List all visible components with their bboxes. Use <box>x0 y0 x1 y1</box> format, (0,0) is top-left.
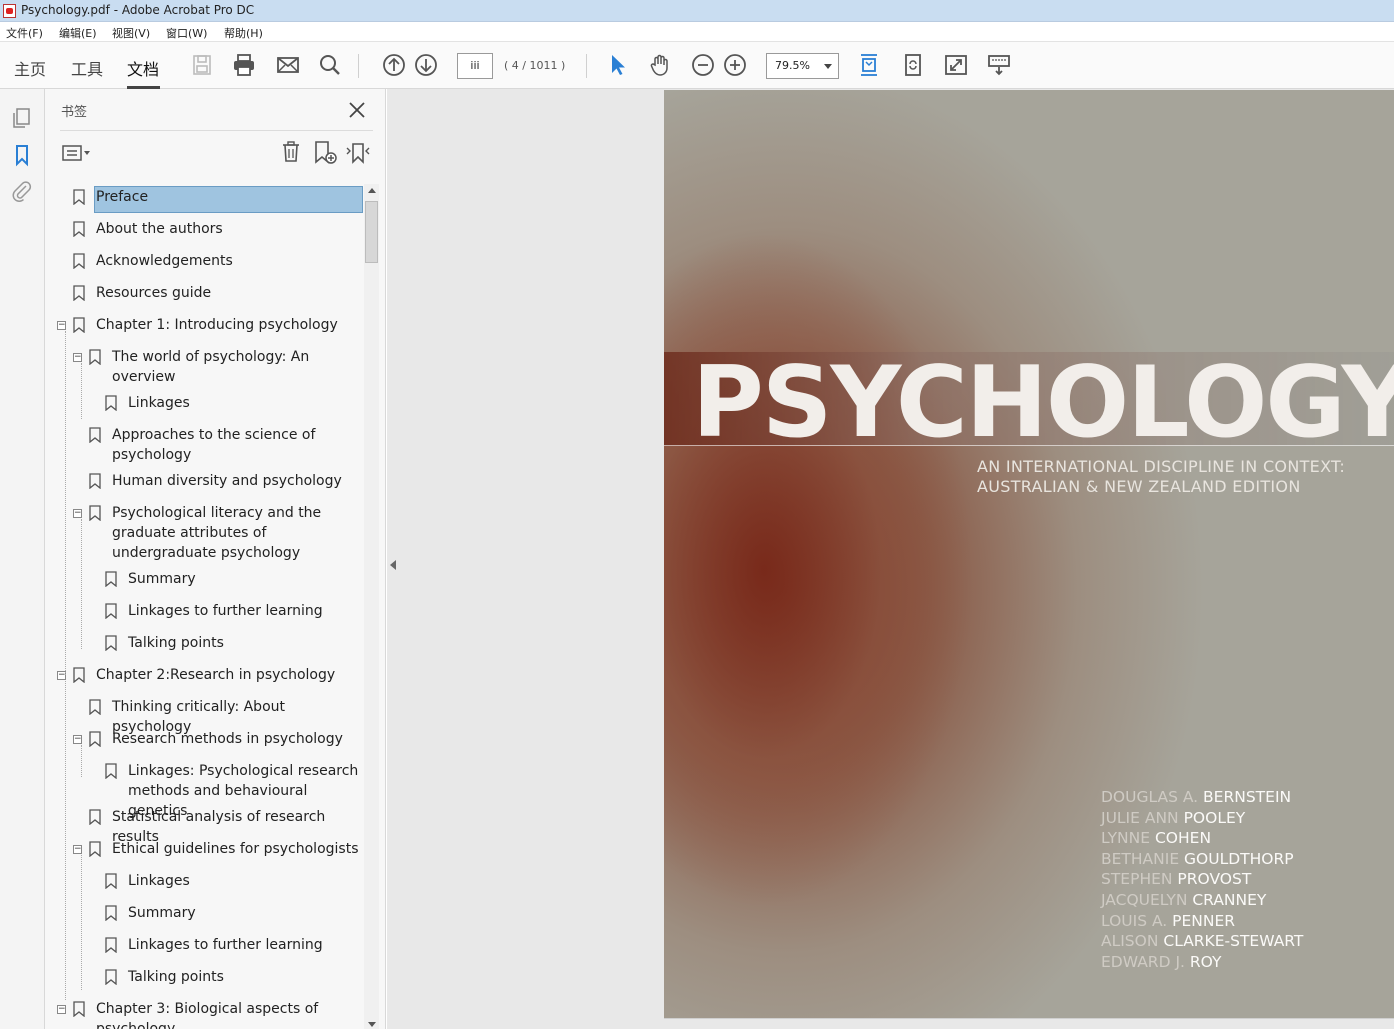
print-icon[interactable] <box>231 52 257 78</box>
search-icon[interactable] <box>317 52 343 78</box>
bookmark-item[interactable]: Talking points <box>128 633 362 653</box>
expand-bookmark-icon[interactable] <box>345 140 371 166</box>
bookmark-item[interactable]: Summary <box>128 569 362 589</box>
full-screen-icon[interactable] <box>943 52 969 78</box>
bookmark-item[interactable]: Talking points <box>128 967 362 987</box>
title-bar: Psychology.pdf - Adobe Acrobat Pro DC <box>0 0 1394 22</box>
menu-window[interactable]: 窗口(W) <box>166 25 207 41</box>
chevron-down-icon <box>824 64 832 69</box>
acrobat-pdf-icon <box>3 4 16 18</box>
bookmark-item[interactable]: Human diversity and psychology <box>112 471 362 491</box>
attachments-icon[interactable] <box>10 179 34 203</box>
subtitle-line: AN INTERNATIONAL DISCIPLINE IN CONTEXT: <box>977 457 1346 476</box>
bookmark-item[interactable]: The world of psychology: An overview <box>112 347 362 387</box>
navigation-rail <box>0 89 45 1029</box>
rotate-view-icon[interactable] <box>900 52 926 78</box>
menu-bar: 文件(F) 编辑(E) 视图(V) 窗口(W) 帮助(H) <box>0 22 1394 42</box>
bookmark-item[interactable]: Preface <box>96 187 362 207</box>
bookmarks-icon[interactable] <box>10 143 34 167</box>
author-name: STEPHEN PROVOST <box>1101 870 1252 889</box>
new-bookmark-icon[interactable] <box>312 140 338 166</box>
collapse-toggle-icon[interactable]: − <box>73 353 82 362</box>
bookmark-item[interactable]: Approaches to the science of psychology <box>112 425 362 465</box>
tab-document[interactable]: 文档 <box>127 56 159 80</box>
bookmark-item[interactable]: Summary <box>128 903 362 923</box>
author-name: EDWARD J. ROY <box>1101 952 1222 971</box>
next-page-icon[interactable] <box>413 52 439 78</box>
bookmark-item[interactable]: Linkages to further learning <box>128 601 362 621</box>
main-toolbar: 主页 工具 文档 iii ( 4 / 1011 ) 79.5% <box>0 42 1394 89</box>
collapse-toggle-icon[interactable]: − <box>73 509 82 518</box>
bookmark-item[interactable]: Psychological literacy and the graduate … <box>112 503 362 563</box>
author-list: DOUGLAS A. BERNSTEIN JULIE ANN POOLEY LYNN… <box>1101 787 1303 972</box>
bookmark-item[interactable]: Ethical guidelines for psychologists <box>112 839 362 859</box>
scroll-down-icon[interactable] <box>368 1022 376 1027</box>
collapse-panel-icon[interactable] <box>390 560 396 570</box>
bookmark-item[interactable]: Research methods in psychology <box>112 729 362 749</box>
bookmark-scrollbar[interactable] <box>364 184 379 1029</box>
bookmark-item[interactable]: Linkages to further learning <box>128 935 362 955</box>
select-tool-icon[interactable] <box>605 52 631 78</box>
author-name: LYNNE COHEN <box>1101 829 1212 848</box>
bookmark-toolbar <box>60 139 373 167</box>
author-name: BETHANIE GOULDTHORP <box>1101 849 1294 868</box>
bookmark-item[interactable]: Resources guide <box>96 283 362 303</box>
page-gap <box>664 1018 1394 1029</box>
read-mode-icon[interactable] <box>986 52 1012 78</box>
save-icon[interactable] <box>189 52 215 78</box>
menu-edit[interactable]: 编辑(E) <box>59 25 97 41</box>
zoom-select[interactable]: 79.5% <box>766 53 839 79</box>
subtitle-line: AUSTRALIAN & NEW ZEALAND EDITION <box>977 477 1301 496</box>
bookmark-item[interactable]: Acknowledgements <box>96 251 362 271</box>
fit-page-icon[interactable] <box>856 52 882 78</box>
zoom-value: 79.5% <box>775 59 810 72</box>
panel-divider <box>60 130 373 131</box>
page-thumbnails-icon[interactable] <box>10 106 34 130</box>
page-number-input[interactable]: iii <box>457 53 493 79</box>
cover-subtitle: AN INTERNATIONAL DISCIPLINE IN CONTEXT: … <box>977 457 1345 497</box>
collapse-toggle-icon[interactable]: − <box>73 735 82 744</box>
zoom-out-icon[interactable] <box>690 52 716 78</box>
delete-icon[interactable] <box>279 140 303 164</box>
menu-view[interactable]: 视图(V) <box>112 25 150 41</box>
collapse-toggle-icon[interactable]: − <box>73 845 82 854</box>
author-name: DOUGLAS A. BERNSTEIN <box>1101 788 1292 806</box>
cover-face-image <box>664 90 1124 1018</box>
collapse-toggle-icon[interactable]: − <box>57 1005 66 1014</box>
bookmark-item[interactable]: About the authors <box>96 219 362 239</box>
author-name: JULIE ANN POOLEY <box>1101 808 1246 827</box>
previous-page-icon[interactable] <box>381 52 407 78</box>
bookmark-item[interactable]: Chapter 1: Introducing psychology <box>96 315 362 335</box>
close-icon[interactable] <box>347 100 367 120</box>
zoom-in-icon[interactable] <box>722 52 748 78</box>
window-title: Psychology.pdf - Adobe Acrobat Pro DC <box>21 3 255 17</box>
author-name: ALISON CLARKE-STEWART <box>1101 932 1304 951</box>
collapse-toggle-icon[interactable]: − <box>57 321 66 330</box>
scroll-thumb[interactable] <box>365 201 378 263</box>
bookmark-item[interactable]: Chapter 3: Biological aspects of psychol… <box>96 999 362 1029</box>
hand-tool-icon[interactable] <box>647 52 673 78</box>
tab-home[interactable]: 主页 <box>14 56 46 80</box>
cover-title: PSYCHOLOGY <box>692 346 1394 460</box>
collapse-toggle-icon[interactable]: − <box>57 671 66 680</box>
email-icon[interactable] <box>275 52 301 78</box>
menu-file[interactable]: 文件(F) <box>6 25 43 41</box>
tab-tools[interactable]: 工具 <box>71 56 103 80</box>
toolbar-divider <box>358 54 359 78</box>
author-name: JACQUELYN CRANNEY <box>1101 890 1267 909</box>
bookmark-item[interactable]: Chapter 2:Research in psychology <box>96 665 362 685</box>
author-name: LOUIS A. PENNER <box>1101 911 1236 930</box>
book-cover-page: PSYCHOLOGY AN INTERNATIONAL DISCIPLINE I… <box>664 90 1394 1018</box>
toolbar-divider <box>586 54 587 78</box>
scroll-up-icon[interactable] <box>368 188 376 193</box>
page-count: ( 4 / 1011 ) <box>504 59 566 72</box>
bookmark-item[interactable]: Linkages <box>128 871 362 891</box>
options-menu-icon[interactable] <box>62 143 92 163</box>
menu-help[interactable]: 帮助(H) <box>224 25 263 41</box>
bookmark-item[interactable]: Linkages <box>128 393 362 413</box>
panel-title: 书签 <box>61 105 88 120</box>
